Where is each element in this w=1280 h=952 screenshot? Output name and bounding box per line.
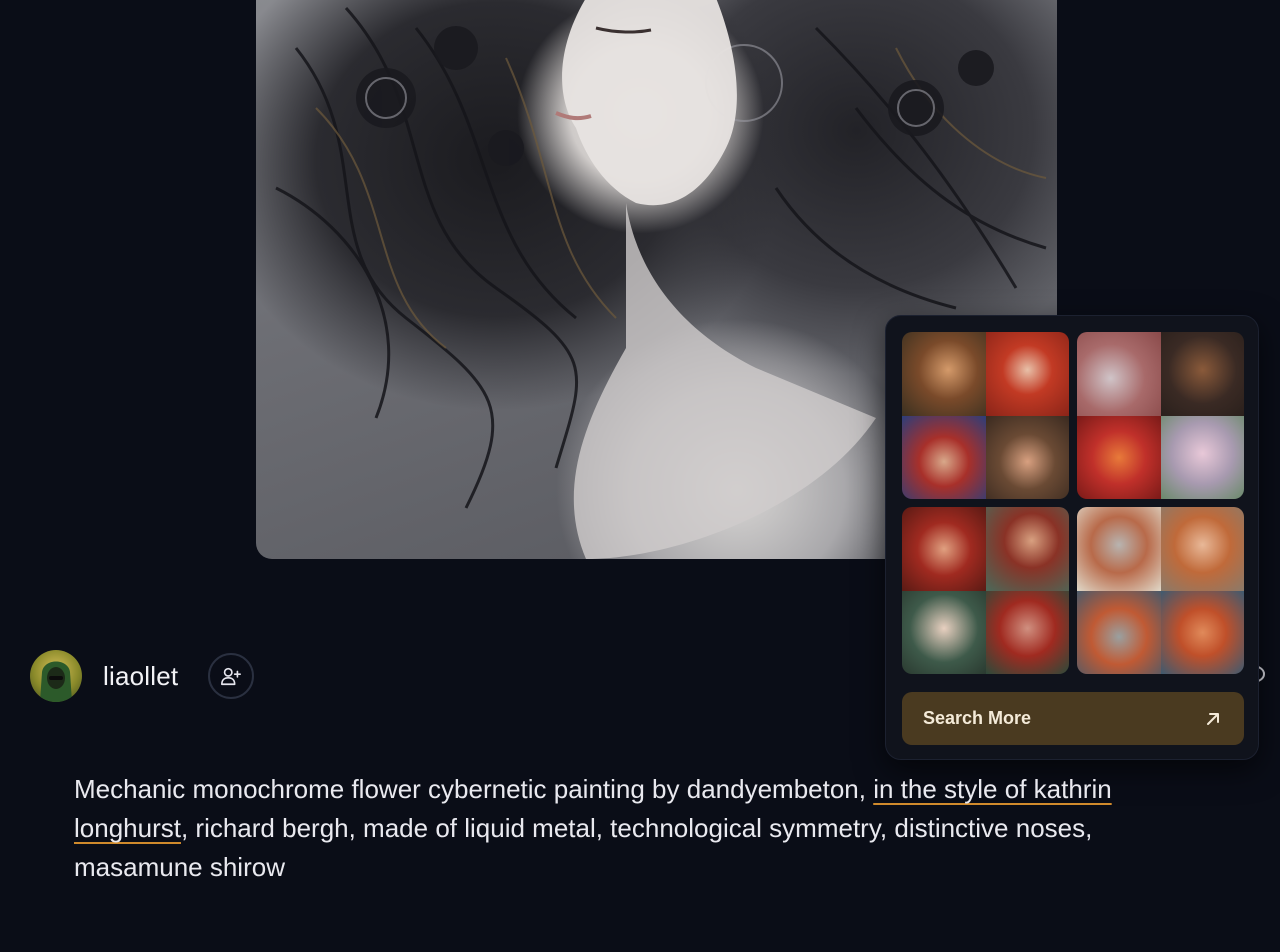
user-plus-icon (221, 667, 242, 686)
similar-image-tile[interactable] (1077, 507, 1244, 674)
search-more-button[interactable]: Search More (902, 692, 1244, 745)
similar-image-tile[interactable] (1077, 332, 1244, 499)
prompt-text-part-2: , richard bergh, made of liquid metal, t… (74, 813, 1093, 882)
prompt-text-part-1: Mechanic monochrome flower cybernetic pa… (74, 774, 874, 804)
username[interactable]: liaollet (103, 661, 178, 692)
avatar[interactable] (30, 650, 82, 702)
similar-images-grid (902, 332, 1244, 674)
page: liaollet Search More Mechanic monochrome… (0, 0, 1280, 952)
avatar-image-icon (40, 661, 72, 702)
search-more-label: Search More (923, 708, 1032, 728)
follow-button[interactable] (208, 653, 255, 699)
creator-row: liaollet (30, 650, 255, 702)
prompt-text: Mechanic monochrome flower cybernetic pa… (74, 770, 1204, 887)
similar-image-tile[interactable] (902, 332, 1069, 499)
similar-images-popover: Search More (885, 315, 1259, 760)
similar-image-tile[interactable] (902, 507, 1069, 674)
arrow-up-right-icon (1207, 712, 1219, 725)
